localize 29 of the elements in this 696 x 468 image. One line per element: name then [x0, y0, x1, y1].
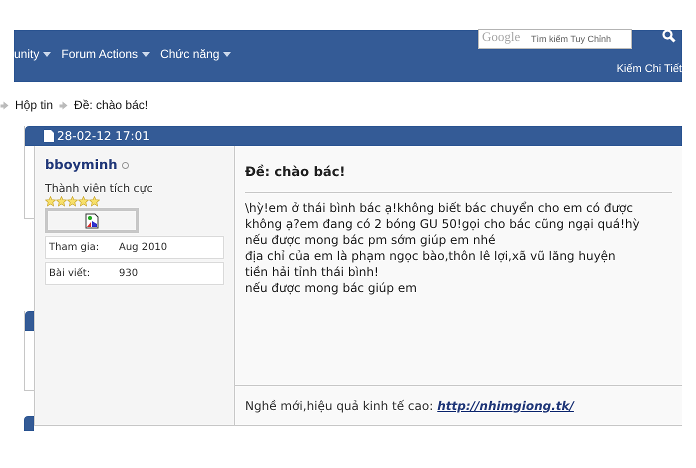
post-title: Đề: chào bác! — [245, 163, 672, 192]
info-value: 930 — [119, 267, 138, 281]
search-icon[interactable] — [662, 29, 676, 43]
caret-icon — [142, 52, 150, 56]
post-date: 28-02-12 17:01 — [57, 128, 150, 145]
breadcrumb-link[interactable]: Đề: chào bác! — [74, 96, 148, 114]
nav-menu[interactable]: Chức năng — [160, 45, 232, 63]
caret-icon — [223, 52, 232, 56]
document-icon — [44, 130, 54, 142]
username-link[interactable]: bboyminh — [45, 156, 118, 176]
info-label: Tham gia: — [49, 241, 100, 255]
signature-text: Nghề mới,hiệu quả kinh tế cao: — [245, 398, 434, 414]
arrow-icon — [0, 100, 9, 110]
post-text: nếu được mong bác pm sớm giúp em nhé — [245, 232, 497, 248]
broken-image-icon — [85, 212, 99, 228]
nav-menu[interactable]: Forum Actions — [61, 45, 150, 63]
post-text: nếu được mong bác giúp em — [245, 280, 418, 296]
advanced-search-link[interactable]: Kiếm Chi Tiết — [616, 61, 682, 78]
info-value: Aug 2010 — [119, 241, 168, 255]
search-brand: Google — [482, 28, 520, 46]
user-rank: Thành viên tích cực — [45, 180, 154, 196]
post-text: địa chỉ của em là phạm ngọc bào,thôn lê lợi,xã vũ lăng huyện tiền hải tỉnh thái bình! — [245, 248, 617, 280]
info-label: Bài viết: — [49, 266, 92, 281]
arrow-icon — [59, 100, 68, 110]
signature-link[interactable]: http://nhimgiong.tk/ — [437, 396, 574, 414]
breadcrumb-link[interactable]: Hộp tin — [15, 96, 54, 114]
caret-icon — [43, 52, 52, 56]
nav-menu[interactable]: unity — [14, 45, 52, 63]
sidebar-panel — [24, 416, 34, 431]
